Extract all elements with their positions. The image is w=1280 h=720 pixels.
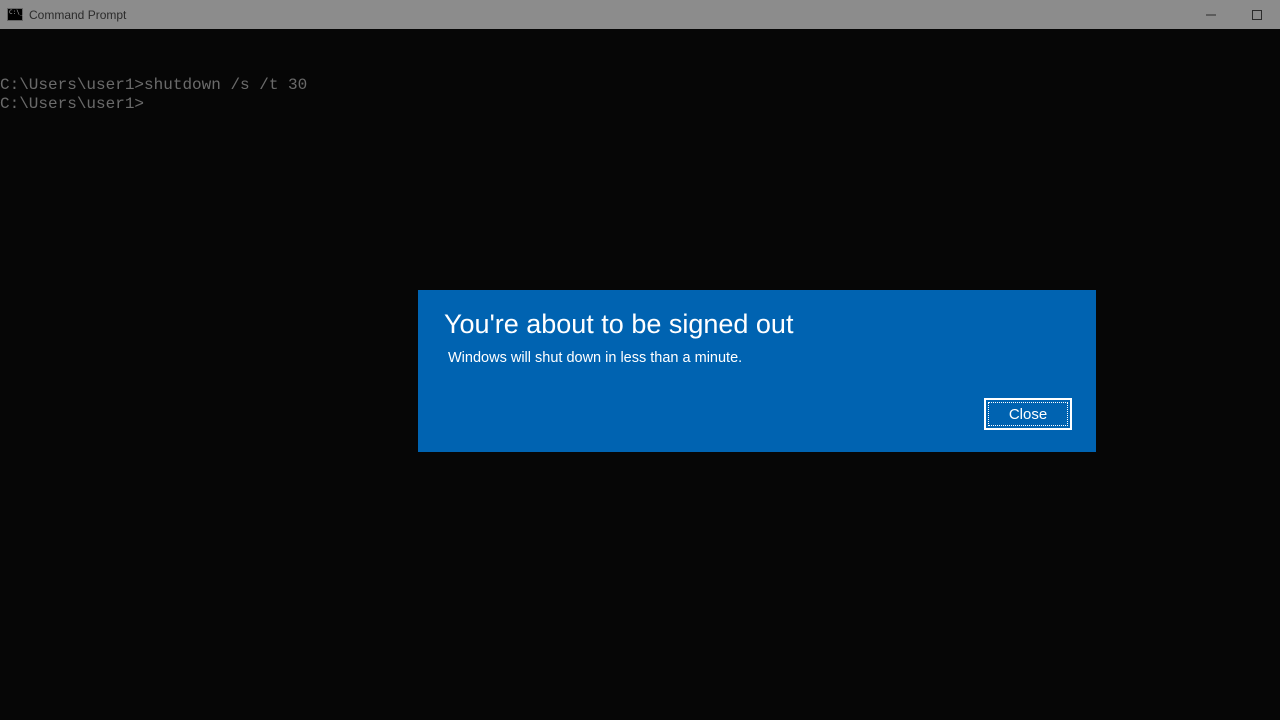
dialog-message: Windows will shut down in less than a mi…	[448, 350, 1070, 366]
dialog-heading: You're about to be signed out	[444, 306, 1070, 342]
signout-dialog: You're about to be signed out Windows wi…	[418, 290, 1096, 452]
maximize-button[interactable]	[1234, 0, 1280, 29]
minimize-button[interactable]	[1188, 0, 1234, 29]
cmd-icon: C:\_	[7, 8, 23, 21]
window-title: Command Prompt	[29, 8, 126, 22]
dialog-buttons: Close	[984, 398, 1072, 430]
close-button[interactable]: Close	[984, 398, 1072, 430]
modal-backdrop-titlebar: C:\_ Command Prompt	[0, 0, 1280, 29]
